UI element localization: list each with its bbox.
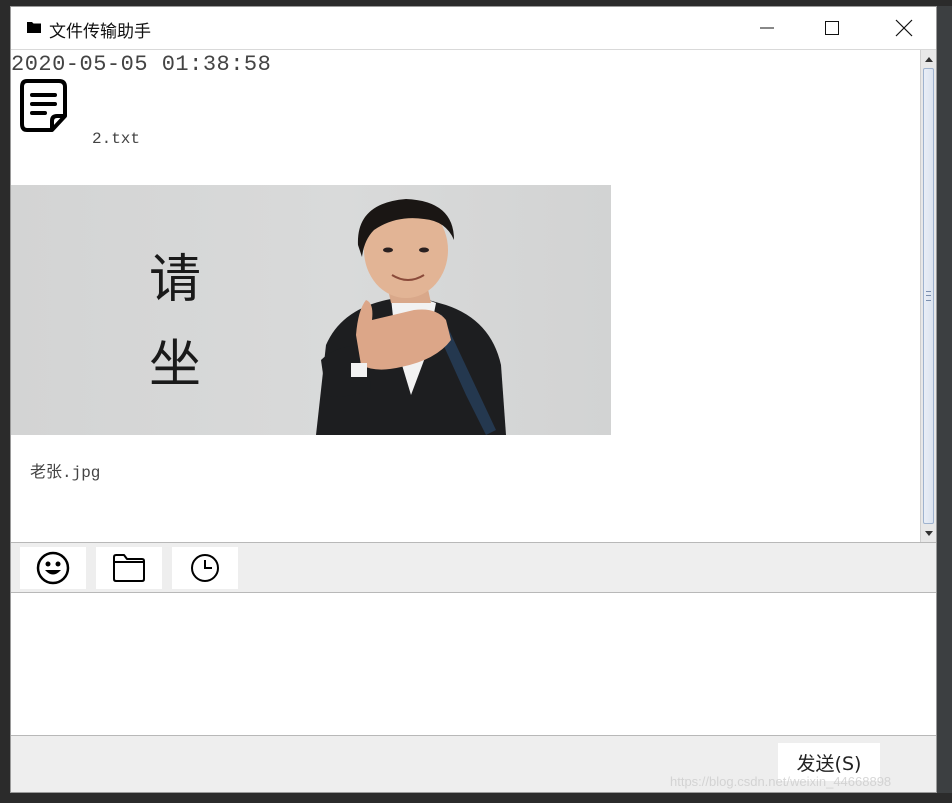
close-icon	[895, 19, 913, 37]
vertical-scrollbar[interactable]	[920, 50, 936, 542]
background-editor-bottom	[0, 793, 952, 803]
background-editor-right	[937, 6, 952, 803]
message-timestamp: 2020-05-05 01:38:58	[11, 52, 272, 77]
watermark-text: https://blog.csdn.net/weixin_44668898	[670, 774, 892, 789]
image-caption-line1: 请	[149, 250, 202, 310]
file-name-label[interactable]: 2.txt	[92, 130, 140, 148]
person-photo	[316, 199, 506, 435]
title-bar[interactable]: 文件传输助手	[11, 7, 936, 50]
send-file-button[interactable]	[96, 547, 162, 589]
text-file-icon[interactable]	[19, 78, 69, 134]
window-title: 文件传输助手	[49, 22, 151, 42]
folder-icon	[27, 22, 41, 33]
message-history[interactable]: 2020-05-05 01:38:58 2.txt 请 坐 老张.jpg	[11, 50, 920, 542]
smiley-icon	[36, 551, 70, 585]
image-caption-line2: 坐	[149, 335, 202, 395]
scrollbar-thumb[interactable]	[923, 68, 934, 524]
close-button[interactable]	[873, 7, 935, 49]
scroll-up-icon[interactable]	[923, 53, 934, 64]
background-editor-left	[0, 6, 10, 803]
maximize-icon	[825, 21, 839, 35]
chat-window: 文件传输助手 2020-05-05 01:38:58 2.txt 请 坐 老张.…	[10, 6, 937, 793]
message-input[interactable]	[11, 593, 936, 736]
image-message[interactable]: 请 坐	[11, 185, 611, 435]
folder-icon	[113, 554, 145, 582]
minimize-button[interactable]	[736, 7, 798, 49]
minimize-icon	[760, 27, 774, 29]
clock-icon	[191, 554, 219, 582]
scroll-down-icon[interactable]	[923, 528, 934, 539]
maximize-button[interactable]	[801, 7, 863, 49]
image-file-name[interactable]: 老张.jpg	[30, 458, 100, 482]
history-button[interactable]	[172, 547, 238, 589]
scroll-grip-icon	[926, 291, 931, 301]
input-toolbar	[11, 542, 936, 593]
emoji-button[interactable]	[20, 547, 86, 589]
